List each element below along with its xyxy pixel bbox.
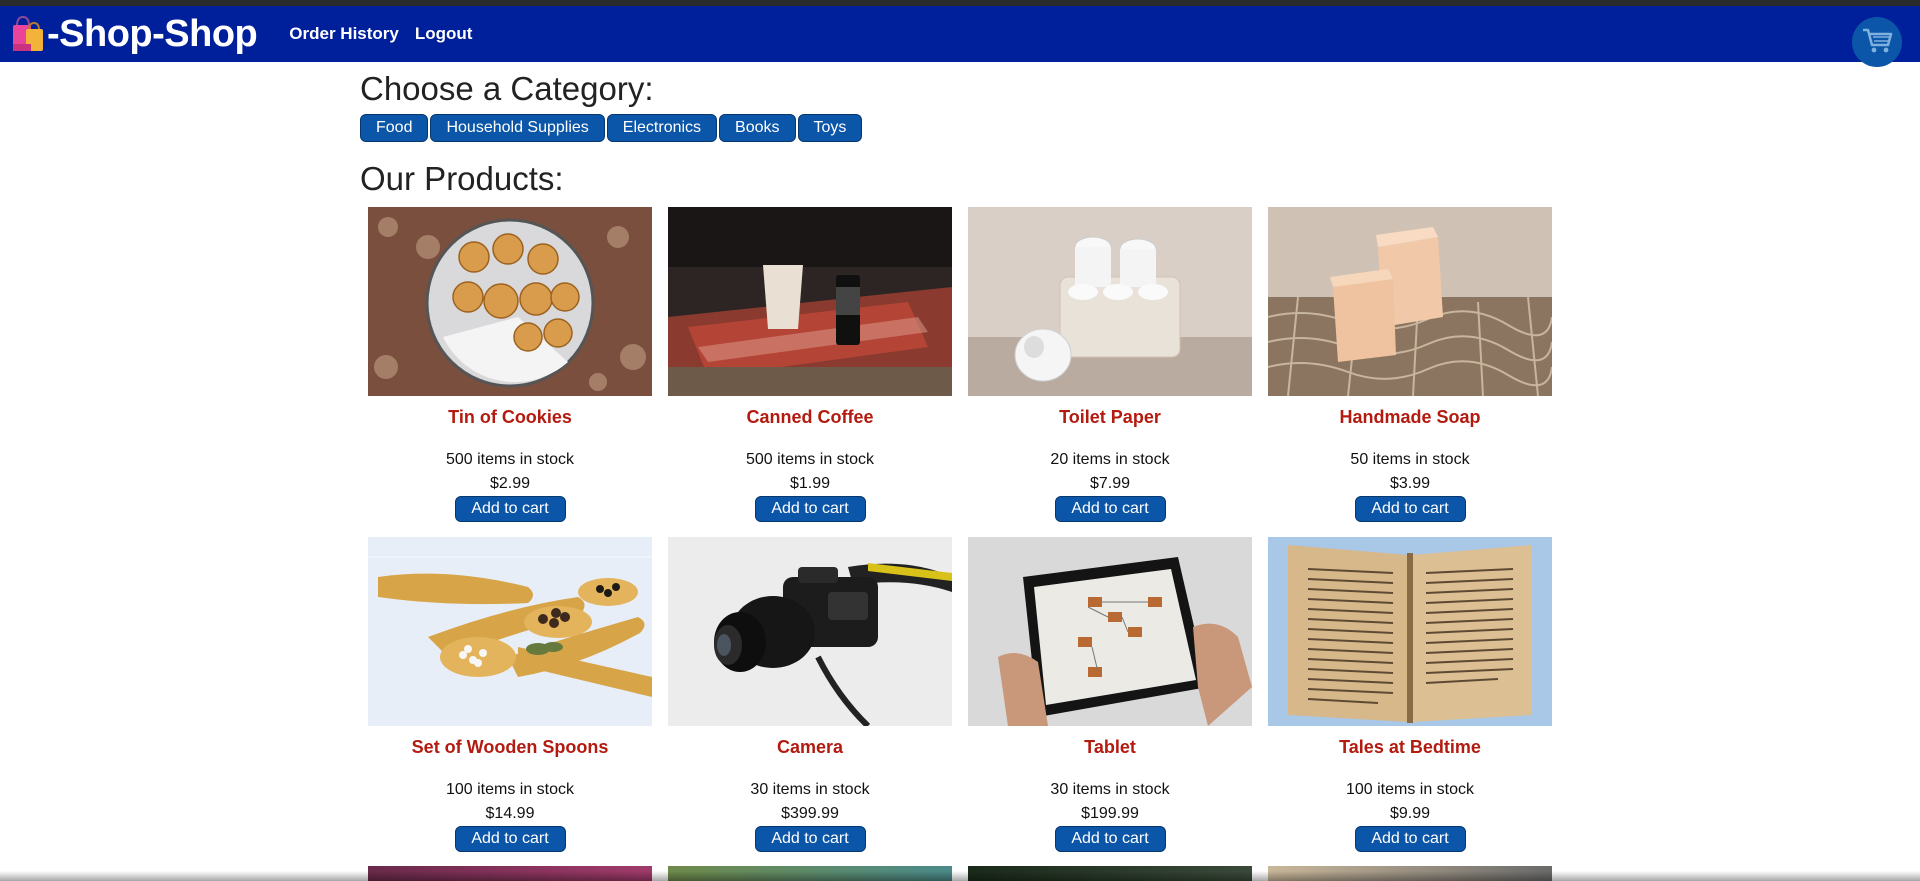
brand[interactable]: -Shop-Shop [7,12,258,56]
product-stock: 500 items in stock [445,451,575,468]
bottom-shadow [0,871,1920,881]
product-name[interactable]: Tin of Cookies [368,407,652,431]
product-price: $1.99 [789,475,831,492]
product-name[interactable]: Tablet [968,737,1252,761]
product-card: Set of Wooden Spoons 100 items in stock … [368,537,652,867]
category-toys-button[interactable]: Toys [797,114,863,142]
product-image[interactable] [1268,207,1552,396]
product-image[interactable] [968,537,1252,726]
product-price: $399.99 [781,805,839,822]
product-card: Handmade Soap 50 items in stock $3.99 Ad… [1268,207,1552,537]
add-to-cart-button[interactable]: Add to cart [454,496,566,522]
category-food-button[interactable]: Food [360,114,429,142]
add-to-cart-button[interactable]: Add to cart [1354,826,1466,852]
add-to-cart-button[interactable]: Add to cart [454,826,566,852]
logout-link[interactable]: Logout [415,24,473,44]
nav-links: Order History Logout [289,24,472,44]
product-name[interactable]: Tales at Bedtime [1268,737,1552,761]
main-content: Choose a Category: Food Household Suppli… [360,62,1560,852]
add-to-cart-button[interactable]: Add to cart [754,826,866,852]
cart-icon [1861,26,1893,59]
product-card: Tablet 30 items in stock $199.99 Add to … [968,537,1252,867]
cart-button[interactable] [1852,17,1902,67]
product-stock: 100 items in stock [445,781,575,798]
category-heading: Choose a Category: [360,70,654,107]
shopping-bags-icon [7,14,45,54]
product-card: Camera 30 items in stock $399.99 Add to … [668,537,952,867]
product-price: $2.99 [489,475,531,492]
product-stock: 500 items in stock [745,451,875,468]
product-image[interactable] [368,207,652,396]
product-name[interactable]: Set of Wooden Spoons [368,737,652,761]
brand-title: -Shop-Shop [47,12,258,55]
product-name[interactable]: Handmade Soap [1268,407,1552,431]
product-image[interactable] [368,537,652,726]
product-price: $9.99 [1389,805,1431,822]
add-to-cart-button[interactable]: Add to cart [1054,826,1166,852]
product-stock: 100 items in stock [1345,781,1475,798]
product-grid: Tin of Cookies 500 items in stock $2.99 … [368,207,1568,867]
product-stock: 30 items in stock [1050,781,1170,798]
product-card: Tales at Bedtime 100 items in stock $9.9… [1268,537,1552,867]
product-price: $14.99 [485,805,535,822]
product-image[interactable] [1268,537,1552,726]
product-card: Tin of Cookies 500 items in stock $2.99 … [368,207,652,537]
add-to-cart-button[interactable]: Add to cart [754,496,866,522]
product-stock: 20 items in stock [1050,451,1170,468]
add-to-cart-button[interactable]: Add to cart [1354,496,1466,522]
category-electronics-button[interactable]: Electronics [606,114,718,142]
product-name[interactable]: Toilet Paper [968,407,1252,431]
product-name[interactable]: Camera [668,737,952,761]
product-stock: 30 items in stock [750,781,870,798]
navbar: -Shop-Shop Order History Logout [0,6,1920,62]
product-image[interactable] [668,537,952,726]
category-household-button[interactable]: Household Supplies [430,114,605,142]
category-books-button[interactable]: Books [719,114,796,142]
product-price: $7.99 [1089,475,1131,492]
product-price: $199.99 [1081,805,1139,822]
order-history-link[interactable]: Order History [289,24,399,44]
product-card: Canned Coffee 500 items in stock $1.99 A… [668,207,952,537]
product-name[interactable]: Canned Coffee [668,407,952,431]
product-image[interactable] [668,207,952,396]
product-price: $3.99 [1389,475,1431,492]
products-heading: Our Products: [360,160,564,197]
add-to-cart-button[interactable]: Add to cart [1054,496,1166,522]
product-image[interactable] [968,207,1252,396]
product-stock: 50 items in stock [1350,451,1470,468]
product-card: Toilet Paper 20 items in stock $7.99 Add… [968,207,1252,537]
category-list: Food Household Supplies Electronics Book… [360,114,1560,142]
